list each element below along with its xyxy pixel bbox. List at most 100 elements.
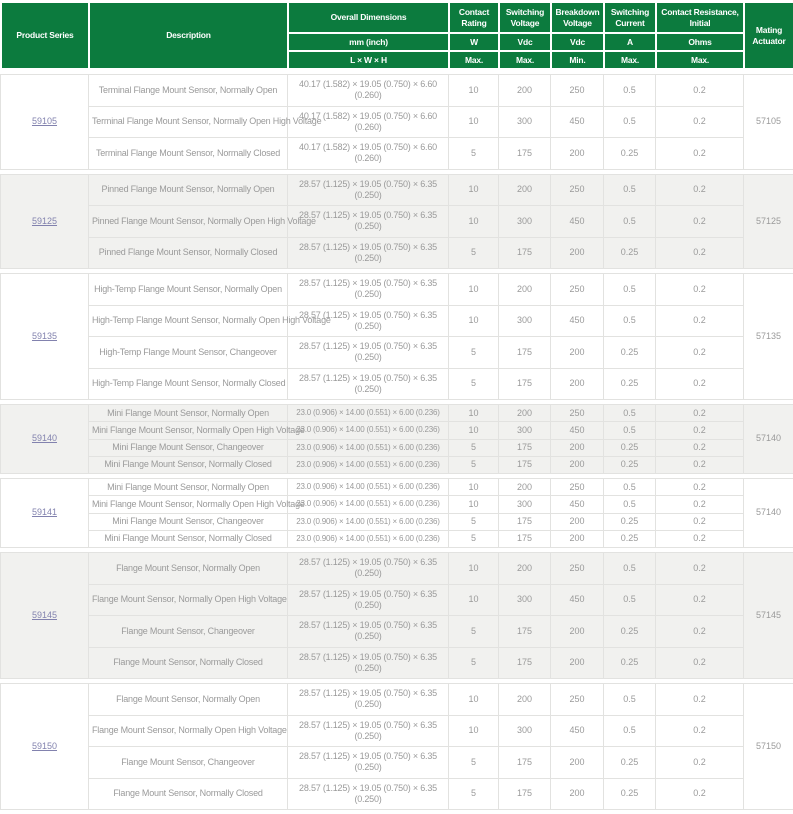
switching-voltage-cell: 175 (499, 530, 551, 547)
dimensions-cell: 28.57 (1.125) × 19.05 (0.750) × 6.35 (0.… (288, 616, 449, 648)
contact-rating-cell: 10 (449, 274, 499, 306)
dimensions-cell: 28.57 (1.125) × 19.05 (0.750) × 6.35 (0.… (288, 684, 449, 716)
switching-voltage-cell: 175 (499, 513, 551, 530)
switching-voltage-cell: 300 (499, 715, 551, 747)
product-series-link[interactable]: 59125 (32, 216, 57, 226)
contact-resistance-cell: 0.2 (656, 439, 744, 456)
breakdown-voltage-cell: 450 (551, 584, 604, 616)
product-group-59125: 59125 Pinned Flange Mount Sensor, Normall… (0, 174, 793, 270)
product-series-link[interactable]: 59135 (32, 331, 57, 341)
product-series-link[interactable]: 59150 (32, 741, 57, 751)
table-row: Flange Mount Sensor, Normally Closed28.5… (1, 778, 793, 810)
dimensions-cell: 28.57 (1.125) × 19.05 (0.750) × 6.35 (0.… (288, 778, 449, 810)
limit-switching-voltage: Max. (499, 51, 551, 69)
mating-actuator-cell: 57145 (744, 553, 793, 679)
switching-current-cell: 0.5 (604, 75, 656, 107)
breakdown-voltage-cell: 200 (551, 747, 604, 779)
switching-current-cell: 0.25 (604, 616, 656, 648)
description-cell: Flange Mount Sensor, Normally Open High … (89, 584, 288, 616)
dimensions-cell: 28.57 (1.125) × 19.05 (0.750) × 6.35 (0.… (288, 553, 449, 585)
table-row: Pinned Flange Mount Sensor, Normally Clo… (1, 237, 793, 269)
dimensions-cell: 28.57 (1.125) × 19.05 (0.750) × 6.35 (0.… (288, 274, 449, 306)
col-header-description: Description (89, 2, 288, 69)
contact-resistance-cell: 0.2 (656, 553, 744, 585)
product-series-link[interactable]: 59140 (32, 433, 57, 443)
switching-voltage-cell: 175 (499, 616, 551, 648)
product-series-cell: 59150 (1, 684, 89, 810)
description-cell: High-Temp Flange Mount Sensor, Normally … (89, 368, 288, 400)
switching-voltage-cell: 300 (499, 422, 551, 439)
contact-resistance-cell: 0.2 (656, 75, 744, 107)
col-header-switching-voltage: Switching Voltage (499, 2, 551, 33)
contact-rating-cell: 5 (449, 616, 499, 648)
switching-voltage-cell: 300 (499, 496, 551, 513)
description-cell: Flange Mount Sensor, Changeover (89, 747, 288, 779)
contact-resistance-cell: 0.2 (656, 513, 744, 530)
product-group-59140: 59140Mini Flange Mount Sensor, Normally … (0, 404, 793, 474)
table-body-groups: 59105Terminal Flange Mount Sensor, Norma… (0, 74, 793, 810)
description-cell: Mini Flange Mount Sensor, Changeover (89, 439, 288, 456)
contact-rating-cell: 10 (449, 174, 499, 206)
table-row: Terminal Flange Mount Sensor, Normally O… (1, 106, 793, 138)
table-row: 59150Flange Mount Sensor, Normally Open2… (1, 684, 793, 716)
table-row: 59105Terminal Flange Mount Sensor, Norma… (1, 75, 793, 107)
switching-voltage-cell: 175 (499, 747, 551, 779)
unit-contact-rating: W (449, 33, 499, 51)
breakdown-voltage-cell: 450 (551, 422, 604, 439)
limit-contact-resistance: Max. (656, 51, 744, 69)
col-header-dimensions: Overall Dimensions (288, 2, 449, 33)
contact-rating-cell: 10 (449, 422, 499, 439)
switching-voltage-cell: 175 (499, 456, 551, 473)
table-row: Flange Mount Sensor, Changeover28.57 (1.… (1, 616, 793, 648)
contact-rating-cell: 5 (449, 530, 499, 547)
breakdown-voltage-cell: 250 (551, 405, 604, 422)
switching-voltage-cell: 200 (499, 479, 551, 496)
table-row: 59125Pinned Flange Mount Sensor, Normall… (1, 174, 793, 206)
contact-resistance-cell: 0.2 (656, 305, 744, 337)
contact-rating-cell: 10 (449, 75, 499, 107)
contact-rating-cell: 5 (449, 368, 499, 400)
contact-resistance-cell: 0.2 (656, 647, 744, 679)
description-cell: Flange Mount Sensor, Normally Open (89, 553, 288, 585)
description-cell: Terminal Flange Mount Sensor, Normally O… (89, 75, 288, 107)
breakdown-voltage-cell: 250 (551, 174, 604, 206)
switching-current-cell: 0.5 (604, 274, 656, 306)
product-group-59141: 59141 Mini Flange Mount Sensor, Normally … (0, 478, 793, 548)
product-series-link[interactable]: 59145 (32, 610, 57, 620)
dimensions-cell: 23.0 (0.906) × 14.00 (0.551) × 6.00 (0.2… (288, 422, 449, 439)
switching-current-cell: 0.5 (604, 684, 656, 716)
breakdown-voltage-cell: 450 (551, 305, 604, 337)
description-cell: Mini Flange Mount Sensor, Normally Open … (89, 496, 288, 513)
col-header-contact-rating: Contact Rating (449, 2, 499, 33)
switching-voltage-cell: 175 (499, 647, 551, 679)
limit-breakdown-voltage: Min. (551, 51, 604, 69)
switching-current-cell: 0.25 (604, 439, 656, 456)
switching-voltage-cell: 300 (499, 305, 551, 337)
product-series-cell: 59135 (1, 274, 89, 400)
product-series-link[interactable]: 59105 (32, 116, 57, 126)
contact-resistance-cell: 0.2 (656, 206, 744, 238)
contact-rating-cell: 5 (449, 778, 499, 810)
contact-rating-cell: 5 (449, 439, 499, 456)
description-cell: Mini Flange Mount Sensor, Normally Open (89, 479, 288, 496)
contact-resistance-cell: 0.2 (656, 106, 744, 138)
contact-resistance-cell: 0.2 (656, 138, 744, 170)
col-header-mating-actuator: Mating Actuator (744, 2, 793, 69)
table-row: 59140Mini Flange Mount Sensor, Normally … (1, 405, 793, 422)
breakdown-voltage-cell: 200 (551, 138, 604, 170)
switching-voltage-cell: 175 (499, 439, 551, 456)
breakdown-voltage-cell: 450 (551, 106, 604, 138)
table-row: Mini Flange Mount Sensor, Normally Close… (1, 530, 793, 547)
col-header-product-series: Product Series (1, 2, 89, 69)
contact-rating-cell: 5 (449, 513, 499, 530)
contact-resistance-cell: 0.2 (656, 684, 744, 716)
switching-voltage-cell: 175 (499, 337, 551, 369)
switching-voltage-cell: 200 (499, 75, 551, 107)
product-series-link[interactable]: 59141 (32, 507, 57, 517)
table-row: Flange Mount Sensor, Normally Closed28.5… (1, 647, 793, 679)
dimensions-cell: 23.0 (0.906) × 14.00 (0.551) × 6.00 (0.2… (288, 496, 449, 513)
switching-current-cell: 0.5 (604, 305, 656, 337)
contact-resistance-cell: 0.2 (656, 274, 744, 306)
dimensions-cell: 23.0 (0.906) × 14.00 (0.551) × 6.00 (0.2… (288, 405, 449, 422)
description-cell: Flange Mount Sensor, Changeover (89, 616, 288, 648)
